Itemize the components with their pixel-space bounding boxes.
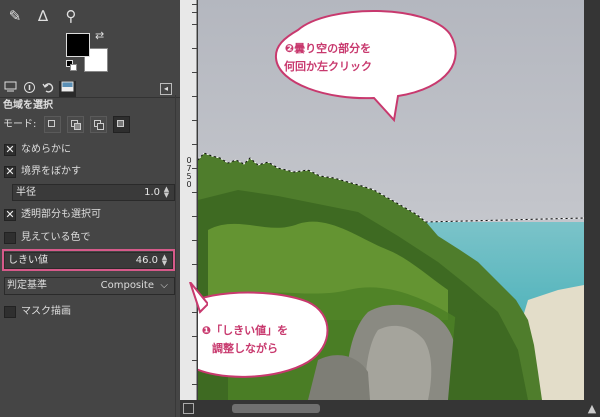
mode-add-button[interactable] (67, 116, 84, 133)
horizontal-scroll-thumb[interactable] (232, 404, 320, 413)
feather-label: 境界をぼかす (21, 166, 81, 177)
callout-top-line1: ❷曇り空の部分を (284, 42, 372, 55)
tool-options-title: 色域を選択 (3, 100, 53, 111)
antialias-checkbox[interactable]: ✕ (4, 144, 16, 156)
spin-arrows-icon[interactable]: ▲ ▼ (162, 186, 171, 199)
chevron-down-icon: ⌵ (160, 280, 168, 291)
sample-merged-checkbox[interactable] (4, 232, 16, 244)
callout-bottom-line2: 調整しながら (212, 342, 278, 355)
swap-colors-icon[interactable]: ⇄ (95, 30, 107, 42)
navigate-icon[interactable]: ▲ (584, 400, 600, 417)
foreground-color-swatch[interactable] (66, 33, 90, 57)
color-picker-icon[interactable]: ✎ (4, 5, 26, 27)
image-canvas[interactable]: ❷曇り空の部分を 何回か左クリック ❶「しきい値」を 調整しながら (198, 0, 584, 400)
mode-label: モード: (3, 119, 37, 130)
image-window: 0 7 5 0 ❷曇り空の部分を 何回か左クリック ❶「しきい値」を 調整しなが… (180, 0, 600, 417)
quick-mask-toggle-icon[interactable] (183, 403, 194, 414)
criterion-label: 判定基準 (7, 280, 47, 291)
toolbox-dock: ✎ ∆ ⚲ ⇄ ◂ 色域を選択 モード: ✕ なめらかに ✕ 境界をぼかす 半径… (0, 0, 180, 417)
draw-mask-label: マスク描画 (21, 306, 71, 317)
callout-bottom: ❶「しきい値」を 調整しながら (198, 322, 306, 358)
zoom-icon[interactable]: ⚲ (60, 5, 82, 27)
feather-checkbox[interactable]: ✕ (4, 166, 16, 178)
default-colors-icon[interactable] (66, 60, 78, 72)
undo-history-tab-icon[interactable] (40, 81, 57, 97)
antialias-label: なめらかに (21, 144, 71, 155)
horizontal-scrollbar[interactable] (180, 400, 600, 417)
criterion-select[interactable]: 判定基準 Composite ⌵ (4, 277, 175, 295)
select-transparent-label: 透明部分も選択可 (21, 209, 101, 220)
tool-options-tab-icon[interactable] (2, 81, 19, 97)
callout-top-line2: 何回か左クリック (284, 60, 372, 73)
mode-intersect-button[interactable] (113, 116, 130, 133)
mode-subtract-button[interactable] (90, 116, 107, 133)
threshold-spinbox[interactable]: しきい値 46.0 ▲ ▼ (4, 252, 173, 269)
draw-mask-checkbox[interactable] (4, 306, 16, 318)
sample-merged-label: 見えている色で (21, 232, 91, 243)
criterion-value: Composite (100, 280, 154, 291)
images-tab-icon[interactable] (59, 81, 76, 97)
measure-icon[interactable]: ∆ (32, 5, 54, 27)
vertical-ruler: 0 7 5 0 (180, 0, 197, 400)
spin-arrows-icon[interactable]: ▲ ▼ (160, 254, 169, 267)
dock-tab-strip (0, 80, 180, 98)
callout-top: ❷曇り空の部分を 何回か左クリック (250, 40, 406, 76)
callout-pointer (189, 282, 208, 314)
dock-divider (175, 95, 176, 417)
callout-bottom-line1: ❶「しきい値」を (201, 324, 289, 337)
mode-replace-button[interactable] (44, 116, 61, 133)
device-status-tab-icon[interactable] (21, 81, 38, 97)
threshold-label: しきい値 (8, 255, 48, 266)
radius-spinbox[interactable]: 半径 1.0 ▲ ▼ (12, 184, 175, 201)
tab-menu-button[interactable]: ◂ (160, 83, 172, 95)
radius-value: 1.0 (144, 187, 160, 198)
select-transparent-checkbox[interactable]: ✕ (4, 209, 16, 221)
ruler-label: 0 (186, 180, 192, 189)
vertical-scrollbar[interactable] (584, 0, 600, 400)
radius-label: 半径 (16, 187, 36, 198)
threshold-value: 46.0 (135, 255, 158, 266)
